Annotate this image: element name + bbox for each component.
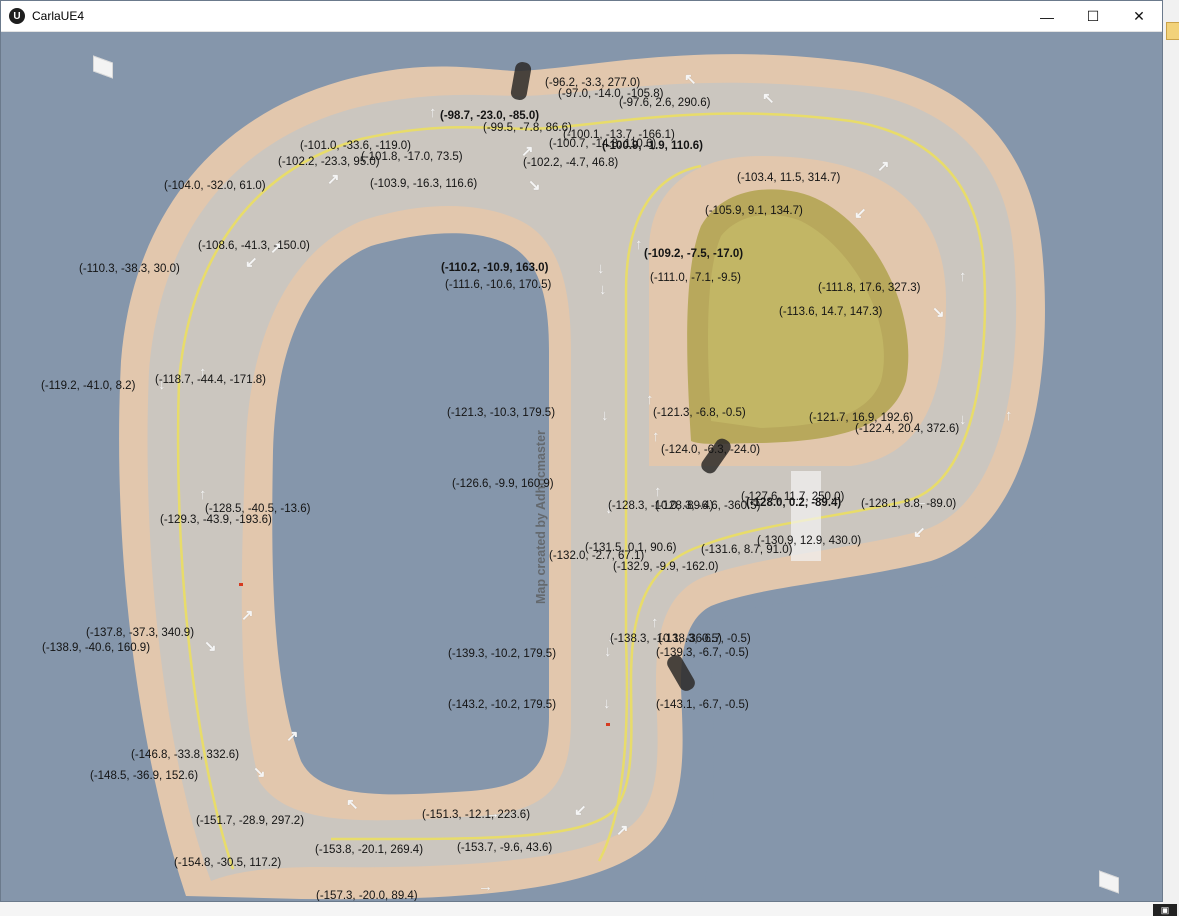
carla-window: U CarlaUE4 — ☐ ✕ Map created by Adhocmas…	[0, 0, 1163, 902]
direction-arrow-icon: ↑	[199, 486, 207, 503]
direction-arrow-icon: ↓	[601, 407, 609, 424]
waypoint-label: (-128.3, -6.6, -360.5)	[655, 500, 761, 512]
taskbar-app-icon[interactable]: ▣	[1153, 904, 1177, 916]
map-watermark: Map created by Adhocmaster	[534, 430, 548, 604]
waypoint-label: (-154.8, -30.5, 117.2)	[174, 857, 282, 869]
unreal-logo-icon: U	[9, 8, 25, 24]
waypoint-label: (-138.3, -6.7, -0.5)	[658, 633, 751, 645]
background-desktop-strip	[1163, 0, 1179, 916]
waypoint-label: (-157.3, -20.0, 89.4)	[316, 890, 418, 901]
direction-arrow-icon: ↓	[599, 281, 607, 298]
direction-arrow-icon: ↓	[959, 411, 967, 428]
waypoint-label: (-118.7, -44.4, -171.8)	[155, 374, 267, 386]
close-button[interactable]: ✕	[1116, 1, 1162, 32]
waypoint-label: (-151.7, -28.9, 297.2)	[196, 815, 305, 827]
background-desktop-strip-bottom	[0, 902, 1163, 916]
window-title: CarlaUE4	[32, 9, 85, 23]
direction-arrow-icon: ↗	[327, 171, 340, 188]
direction-arrow-icon: ↑	[646, 391, 654, 408]
direction-arrow-icon: ↗	[286, 728, 299, 745]
direction-arrow-icon: ↑	[652, 428, 660, 445]
direction-arrow-icon: ↖	[684, 71, 697, 88]
direction-arrow-icon: ↑	[959, 268, 967, 285]
title-bar[interactable]: U CarlaUE4 — ☐ ✕	[1, 1, 1162, 32]
waypoint-label: (-124.0, -6.3, -24.0)	[661, 444, 761, 456]
game-viewport[interactable]: Map created by Adhocmaster ↖ ↖ ↑ ↗ ↗ ↘ ↗…	[1, 32, 1162, 901]
spawn-marker-left	[239, 583, 243, 586]
direction-arrow-icon: ↑	[654, 483, 662, 500]
direction-arrow-icon: ↘	[204, 638, 217, 655]
waypoint-label: (-110.3, -38.3, 30.0)	[79, 263, 180, 275]
direction-arrow-icon: ↘	[932, 304, 945, 321]
direction-arrow-icon: ↖	[346, 796, 359, 813]
waypoint-label: (-151.3, -12.1, 223.6)	[422, 809, 531, 821]
waypoint-label: (-143.1, -6.7, -0.5)	[656, 699, 749, 711]
direction-arrow-icon: ↓	[604, 643, 612, 660]
waypoint-label: (-143.2, -10.2, 179.5)	[448, 699, 557, 711]
direction-arrow-icon: ↓	[603, 695, 611, 712]
waypoint-label: (-139.3, -6.7, -0.5)	[656, 647, 749, 659]
direction-arrow-icon: ↙	[574, 802, 587, 819]
waypoint-label: (-153.8, -20.1, 269.4)	[315, 844, 424, 856]
direction-arrow-icon: ↑	[651, 614, 659, 631]
waypoint-label: (-103.4, 11.5, 314.7)	[737, 172, 841, 184]
waypoint-label: (-108.6, -41.3, -150.0)	[198, 240, 310, 252]
direction-arrow-icon: ↗	[877, 158, 890, 175]
direction-arrow-icon: ↖	[762, 90, 775, 107]
maximize-button[interactable]: ☐	[1070, 1, 1116, 32]
waypoint-label: (-129.3, -43.9, -193.6)	[160, 514, 272, 526]
waypoint-label: (-111.8, 17.6, 327.3)	[818, 282, 921, 294]
waypoint-label: (-148.5, -36.9, 152.6)	[90, 770, 199, 782]
folder-icon[interactable]	[1166, 22, 1179, 40]
waypoint-label: (-119.2, -41.0, 8.2)	[41, 380, 136, 392]
waypoint-label: (-128.1, 8.8, -89.0)	[861, 498, 957, 510]
waypoint-label: (-102.2, -23.3, 95.0)	[278, 156, 380, 168]
direction-arrow-icon: ↑	[429, 104, 437, 121]
waypoint-label: (-103.9, -16.3, 116.6)	[370, 178, 478, 190]
waypoint-label: (-102.2, -4.7, 46.8)	[523, 157, 619, 169]
direction-arrow-icon: ↘	[253, 764, 266, 781]
direction-arrow-icon: ↘	[528, 177, 541, 194]
waypoint-label: (-97.6, 2.6, 290.6)	[619, 97, 711, 109]
waypoint-label: (-131.6, 8.7, 91.0)	[701, 544, 793, 556]
spawn-marker-center	[606, 723, 610, 726]
minimize-button[interactable]: —	[1024, 1, 1070, 32]
waypoint-label: (-109.2, -7.5, -17.0)	[644, 248, 744, 260]
waypoint-label: (-99.5, -7.8, 86.6)	[483, 122, 572, 134]
waypoint-label: (-104.0, -32.0, 61.0)	[164, 180, 266, 192]
waypoint-label: (-111.6, -10.6, 170.5)	[445, 279, 552, 291]
waypoint-label: (-121.3, -6.8, -0.5)	[653, 407, 746, 419]
waypoint-label: (-113.6, 14.7, 147.3)	[779, 306, 883, 318]
waypoint-label: (-121.3, -10.3, 179.5)	[447, 407, 556, 419]
direction-arrow-icon: ↑	[1005, 407, 1013, 424]
waypoint-label: (-137.8, -37.3, 340.9)	[86, 627, 195, 639]
waypoint-label: (-153.7, -9.6, 43.6)	[457, 842, 553, 854]
waypoint-label: (-105.9, 9.1, 134.7)	[705, 205, 803, 217]
waypoint-label: (-100.9, -1.9, 110.6)	[602, 140, 704, 152]
direction-arrow-icon: ↙	[854, 205, 867, 222]
waypoint-label: (-110.2, -10.9, 163.0)	[441, 262, 549, 274]
waypoint-label: (-139.3, -10.2, 179.5)	[448, 648, 557, 660]
direction-arrow-icon: ↑	[635, 236, 643, 253]
waypoint-label: (-146.8, -33.8, 332.6)	[131, 749, 240, 761]
waypoint-label: (-126.6, -9.9, 160.9)	[452, 478, 554, 490]
direction-arrow-icon: ↗	[241, 607, 254, 624]
direction-arrow-icon: ↙	[245, 254, 258, 271]
direction-arrow-icon: ↓	[597, 260, 605, 277]
direction-arrow-icon: ↗	[616, 822, 629, 839]
waypoint-label: (-98.7, -23.0, -85.0)	[440, 110, 540, 122]
stop-line	[791, 471, 821, 561]
waypoint-label: (-132.9, -9.9, -162.0)	[613, 561, 719, 573]
direction-arrow-icon: ↙	[913, 524, 926, 541]
waypoint-label: (-111.0, -7.1, -9.5)	[650, 272, 741, 284]
waypoint-label: (-138.9, -40.6, 160.9)	[42, 642, 151, 654]
waypoint-label: (-122.4, 20.4, 372.6)	[855, 423, 960, 435]
direction-arrow-icon: →	[478, 878, 493, 895]
